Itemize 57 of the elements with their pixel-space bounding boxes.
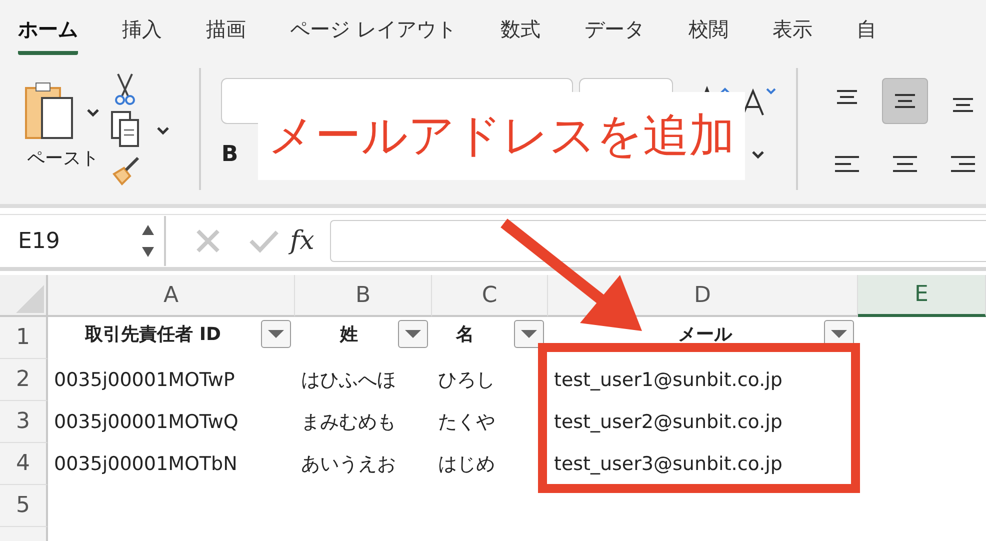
dropdown-arrow-icon	[404, 329, 422, 339]
row-header[interactable]: 3	[0, 401, 48, 443]
align-lines-icon	[835, 156, 859, 172]
align-lines-icon	[895, 94, 915, 108]
filter-button[interactable]	[398, 320, 428, 348]
bold-button[interactable]: B	[221, 142, 252, 166]
ribbon-tab[interactable]: 表示	[772, 14, 812, 55]
align-lines-icon	[893, 156, 917, 172]
table-cell-text: 0035j00001MOTwQ	[53, 410, 240, 435]
table-cell-text: test_user2@sunbit.co.jp	[553, 410, 784, 435]
annotation-tooltip: メールアドレスを追加	[258, 92, 745, 180]
row-header[interactable]: 4	[0, 443, 48, 485]
ribbon-tab[interactable]: ホーム	[18, 14, 78, 55]
dropdown-arrow-icon	[830, 329, 848, 339]
table-cell-text: 0035j00001MOTwP	[53, 368, 236, 393]
align-button[interactable]	[882, 78, 928, 124]
row-header[interactable]: 1	[0, 317, 48, 359]
column-header[interactable]: E	[858, 275, 986, 317]
column-header[interactable]: C	[432, 275, 548, 317]
table-cell-text: たくや	[437, 410, 496, 435]
header-cell-text: 名	[456, 323, 474, 346]
header-cell-text: 姓	[340, 323, 358, 346]
ribbon-tab[interactable]: ページ レイアウト	[290, 14, 456, 55]
copy-icon[interactable]	[110, 110, 172, 150]
table-cell-text: test_user1@sunbit.co.jp	[553, 368, 784, 393]
row-header[interactable]: 2	[0, 359, 48, 401]
filter-button[interactable]	[514, 320, 544, 348]
dropdown-arrow-icon	[520, 329, 538, 339]
ribbon-tab[interactable]: 校閲	[688, 14, 728, 55]
align-lines-icon	[953, 98, 973, 112]
column-header[interactable]: B	[295, 275, 432, 317]
formula-input[interactable]	[330, 220, 986, 262]
table-cell-text: まみむめも	[300, 410, 397, 435]
table-cell-text: ひろし	[437, 368, 496, 393]
align-lines-icon	[837, 90, 857, 104]
align-lines-icon	[951, 156, 975, 172]
dropdown-arrow-icon	[267, 329, 285, 339]
ribbon-tab[interactable]: データ	[584, 14, 644, 55]
table-cell-text: test_user3@sunbit.co.jp	[553, 452, 784, 477]
row-header[interactable]: 5	[0, 485, 48, 527]
column-header[interactable]: A	[48, 275, 295, 317]
table-cell-text: あいうえお	[300, 452, 397, 477]
ribbon-tab[interactable]: 描画	[206, 14, 246, 55]
cell-reference: E19	[18, 228, 60, 254]
table-cell-text: はひふへほ	[300, 368, 397, 393]
table-cell-text: 0035j00001MOTbN	[53, 452, 238, 477]
function-label[interactable]: fx	[290, 226, 314, 256]
filter-button[interactable]	[261, 320, 291, 348]
ribbon-tab[interactable]: 数式	[500, 14, 540, 55]
ribbon-tab[interactable]: 挿入	[122, 14, 162, 55]
ribbon-tab[interactable]: 自	[856, 14, 876, 55]
name-box[interactable]: E19	[0, 216, 166, 266]
header-cell-text: メール	[678, 323, 732, 346]
table-cell-text: はじめ	[437, 452, 496, 477]
paste-label[interactable]: ペースト	[27, 146, 99, 170]
header-cell-text: 取引先責任者 ID	[85, 323, 221, 346]
clipboard-icon[interactable]	[24, 80, 102, 142]
